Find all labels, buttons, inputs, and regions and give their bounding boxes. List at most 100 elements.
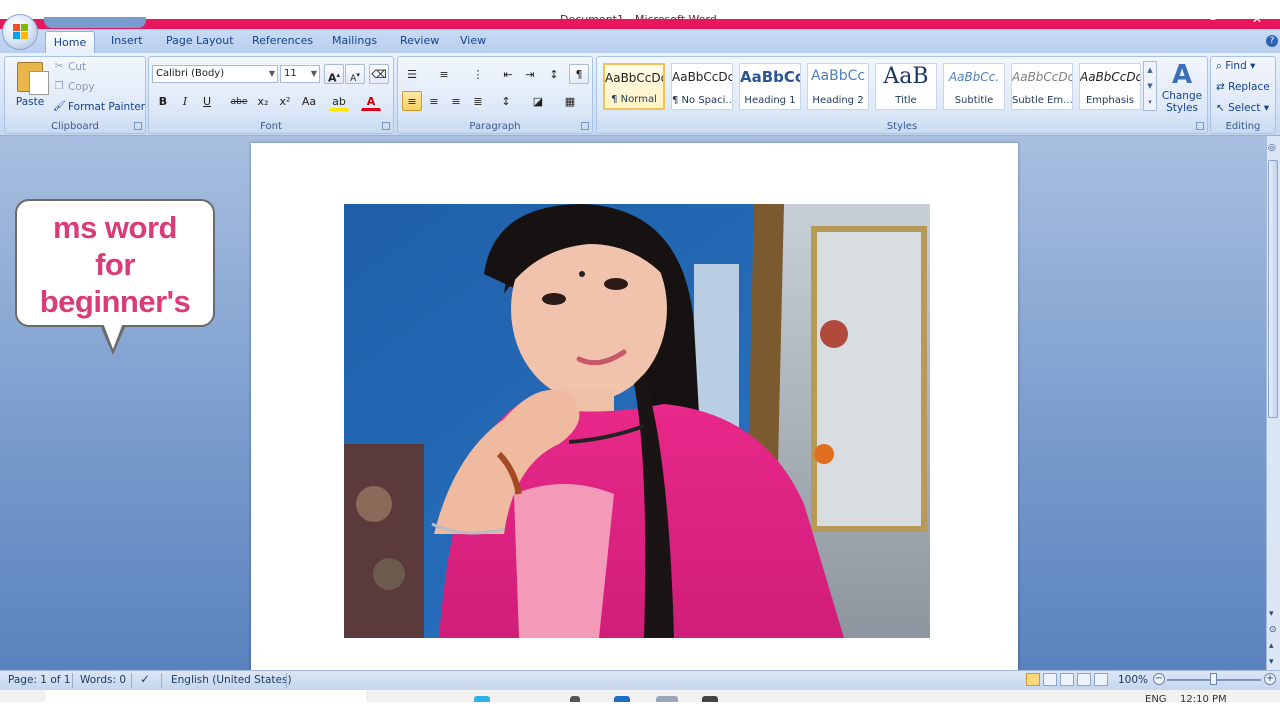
styles-group-label: Styles xyxy=(886,121,918,132)
word-count[interactable]: Words: 0 xyxy=(80,674,126,686)
superscript-button[interactable]: x² xyxy=(275,91,295,111)
align-right-icon[interactable]: ≡ xyxy=(446,91,466,111)
zoom-out-icon[interactable]: − xyxy=(1153,673,1165,685)
office-button[interactable] xyxy=(2,14,38,50)
multilevel-list-icon[interactable]: ⋮ xyxy=(468,64,488,84)
shading-icon[interactable]: ◪ xyxy=(528,91,548,111)
font-size-combo[interactable]: 11 ▼ xyxy=(280,65,320,83)
line-spacing-icon[interactable]: ↕ xyxy=(496,91,516,111)
align-left-icon[interactable]: ≡ xyxy=(402,91,422,111)
select-label: Select xyxy=(1228,102,1261,114)
page-count[interactable]: Page: 1 of 1 xyxy=(8,674,70,686)
style-heading-2[interactable]: AaBbCc Heading 2 xyxy=(807,63,869,110)
show-marks-button[interactable]: ¶ xyxy=(569,64,589,84)
change-styles-label: Change Styles xyxy=(1161,90,1203,114)
replace-button[interactable]: ⇄ Replace xyxy=(1216,81,1270,93)
subscript-button[interactable]: x₂ xyxy=(253,91,273,111)
underline-button[interactable]: U xyxy=(197,91,217,111)
highlight-icon[interactable]: ab xyxy=(329,91,349,111)
screen-bottom-edge xyxy=(0,702,1280,720)
language-indicator[interactable]: English (United States) xyxy=(171,674,292,686)
draft-view-icon[interactable] xyxy=(1094,673,1108,686)
font-group: Calibri (Body) ▼ 11 ▼ A▴ A▾ ⌫ B I U abe x₂… xyxy=(148,56,394,134)
find-button[interactable]: ⌕ Find ▾ xyxy=(1216,60,1255,73)
tab-page-layout[interactable]: Page Layout xyxy=(166,34,234,47)
ruler-toggle-icon[interactable]: ◎ xyxy=(1268,143,1276,153)
paste-label: Paste xyxy=(15,96,45,108)
bullets-icon[interactable]: ☰ xyxy=(402,64,422,84)
format-painter-button[interactable]: 🖌 Format Painter xyxy=(53,101,145,113)
help-icon[interactable]: ? xyxy=(1266,35,1278,47)
web-layout-icon[interactable] xyxy=(1060,673,1074,686)
close-icon[interactable]: ✕ xyxy=(1252,12,1262,26)
style-heading-1[interactable]: AaBbCc Heading 1 xyxy=(739,63,801,110)
clipboard-launcher-icon[interactable] xyxy=(134,122,142,130)
font-name-combo[interactable]: Calibri (Body) ▼ xyxy=(152,65,278,83)
font-size-value: 11 xyxy=(284,68,297,79)
bold-button[interactable]: B xyxy=(153,91,173,111)
tab-review[interactable]: Review xyxy=(400,34,439,47)
font-launcher-icon[interactable] xyxy=(382,122,390,130)
change-styles-button[interactable]: A Change Styles xyxy=(1160,60,1204,120)
increase-indent-icon[interactable]: ⇥ xyxy=(520,64,540,84)
strikethrough-button[interactable]: abe xyxy=(229,91,249,111)
paste-button[interactable]: Paste xyxy=(11,60,49,120)
find-label: Find xyxy=(1225,60,1247,72)
style-title[interactable]: AaB Title xyxy=(875,63,937,110)
style-no-spacing[interactable]: AaBbCcDc ¶ No Spaci... xyxy=(671,63,733,110)
shrink-font-button[interactable]: A▾ xyxy=(345,64,365,84)
style-preview: AaBbCcDc xyxy=(1012,70,1072,84)
styles-launcher-icon[interactable] xyxy=(1196,122,1204,130)
page-nav-icons[interactable]: ▾ ⊙ ▴ ▾ xyxy=(1269,606,1277,670)
style-normal[interactable]: AaBbCcDc ¶ Normal xyxy=(603,63,665,110)
select-button[interactable]: ↖ Select ▾ xyxy=(1216,102,1269,114)
status-divider xyxy=(161,673,162,688)
zoom-in-icon[interactable]: + xyxy=(1264,673,1276,685)
print-layout-icon[interactable] xyxy=(1026,673,1040,686)
cut-button[interactable]: ✂ Cut xyxy=(53,61,86,73)
font-color-icon[interactable]: A xyxy=(361,91,381,111)
office-logo-icon xyxy=(13,24,29,40)
minimize-icon[interactable]: – xyxy=(1210,12,1216,26)
outline-view-icon[interactable] xyxy=(1077,673,1091,686)
proofing-icon[interactable]: ✓ xyxy=(140,672,150,686)
font-group-label: Font xyxy=(260,121,282,132)
decrease-indent-icon[interactable]: ⇤ xyxy=(498,64,518,84)
inserted-photo[interactable] xyxy=(344,204,930,638)
justify-icon[interactable]: ≣ xyxy=(468,91,488,111)
change-case-button[interactable]: Aa xyxy=(299,91,319,111)
style-preview: AaBbCcDc xyxy=(1080,70,1140,84)
bubble-caption: ms word for beginner's xyxy=(15,209,215,320)
clear-formatting-button[interactable]: ⌫ xyxy=(369,64,389,84)
sort-icon[interactable]: ↕ xyxy=(544,64,564,84)
style-name: Title xyxy=(895,95,917,106)
tab-insert[interactable]: Insert xyxy=(111,34,143,47)
style-name: Emphasis xyxy=(1085,95,1135,106)
copy-button[interactable]: ❐ Copy xyxy=(53,81,95,93)
numbering-icon[interactable]: ≡ xyxy=(434,64,454,84)
copy-icon: ❐ xyxy=(54,81,64,92)
replace-icon: ⇄ xyxy=(1216,81,1229,93)
styles-gallery-scroll[interactable]: ▲ ▼ ▾ xyxy=(1143,61,1157,111)
paragraph-group: ☰ ≡ ⋮ ⇤ ⇥ ↕ ¶ ≡ ≡ ≡ ≣ ↕ ◪ ▦ Paragraph xyxy=(397,56,593,134)
paragraph-launcher-icon[interactable] xyxy=(581,122,589,130)
style-emphasis[interactable]: AaBbCcDc Emphasis xyxy=(1079,63,1141,110)
quick-access-toolbar[interactable] xyxy=(44,17,146,28)
italic-button[interactable]: I xyxy=(175,91,195,111)
align-center-icon[interactable]: ≡ xyxy=(424,91,444,111)
tab-mailings[interactable]: Mailings xyxy=(332,34,377,47)
tab-references[interactable]: References xyxy=(252,34,313,47)
style-subtitle[interactable]: AaBbCc. Subtitle xyxy=(943,63,1005,110)
tab-home[interactable]: Home xyxy=(45,31,95,54)
zoom-level[interactable]: 100% xyxy=(1118,674,1148,686)
style-subtle-emphasis[interactable]: AaBbCcDc Subtle Em... xyxy=(1011,63,1073,110)
taskbar-search[interactable] xyxy=(46,690,366,702)
style-preview: AaBbCcDc xyxy=(672,70,732,84)
full-screen-reading-icon[interactable] xyxy=(1043,673,1057,686)
scrollbar-thumb[interactable] xyxy=(1268,160,1278,418)
speech-bubble-tail-fill xyxy=(103,323,123,349)
borders-icon[interactable]: ▦ xyxy=(560,91,580,111)
zoom-slider-thumb[interactable] xyxy=(1210,673,1217,685)
tab-view[interactable]: View xyxy=(460,34,486,47)
grow-font-button[interactable]: A▴ xyxy=(324,64,344,85)
